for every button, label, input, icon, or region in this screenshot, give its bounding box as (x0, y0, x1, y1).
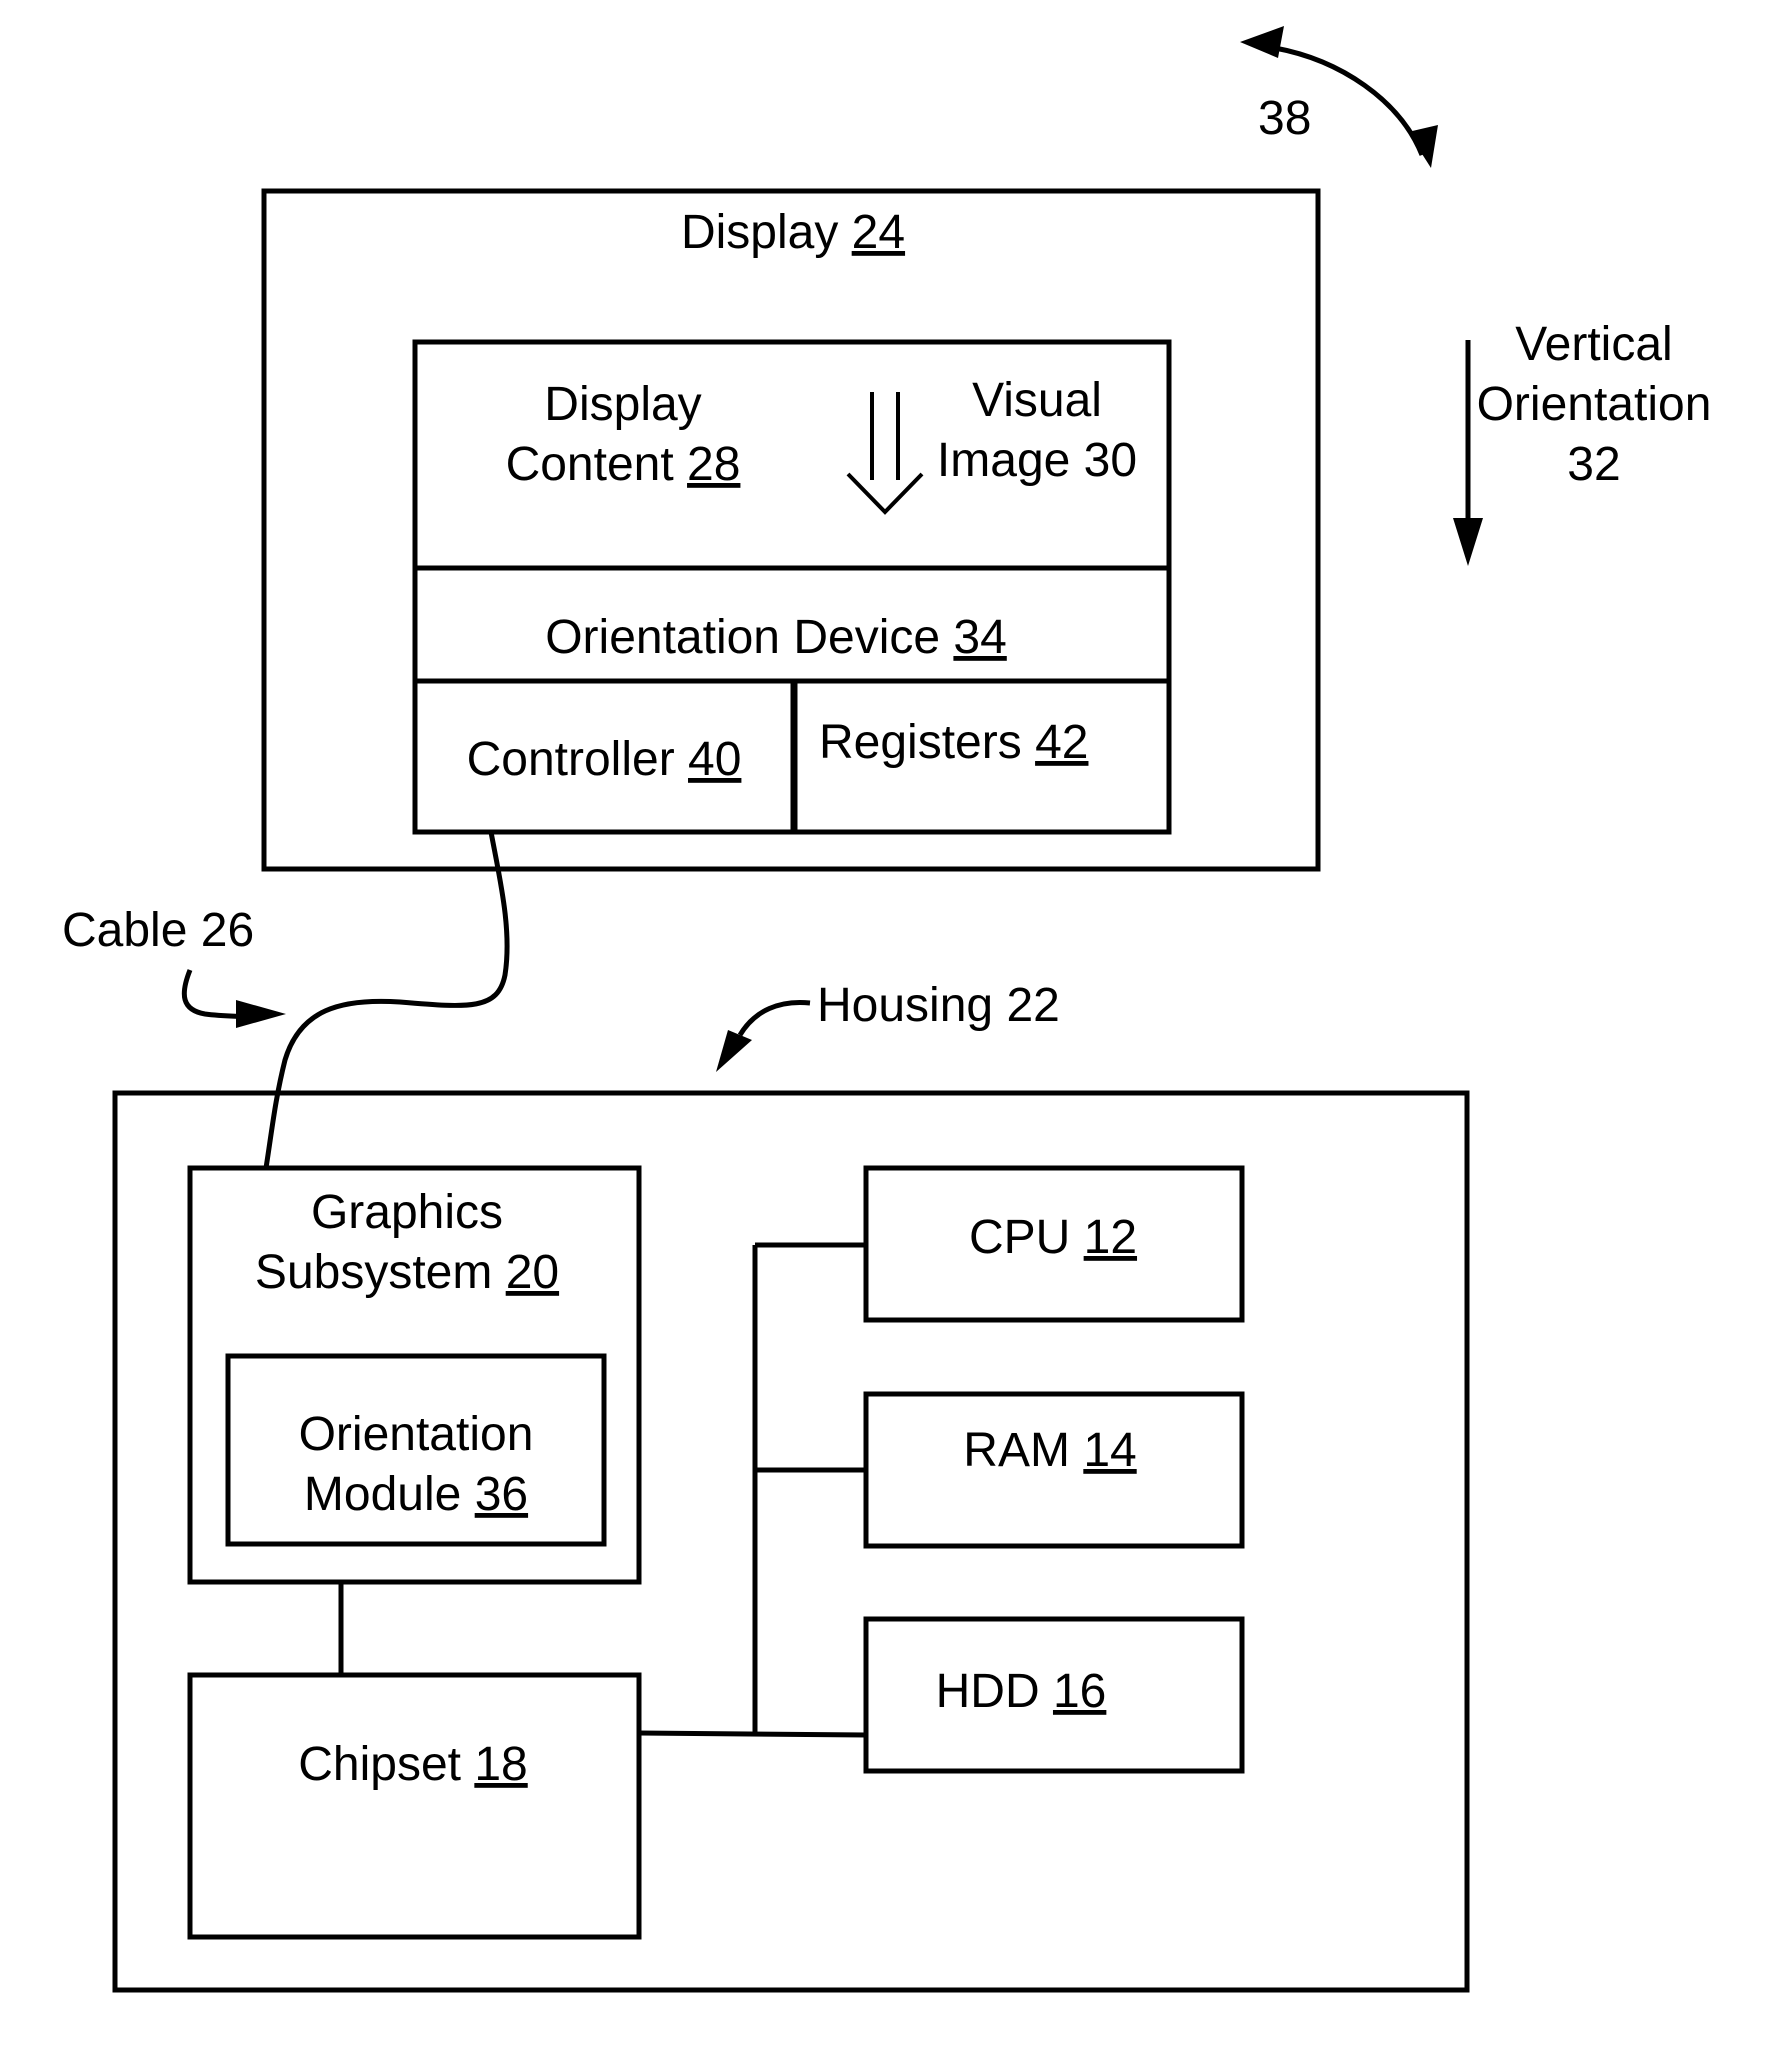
arrowhead-down-left-icon (716, 1030, 752, 1072)
display-title: Display 24 (681, 206, 905, 259)
rotation-label: 38 (1258, 92, 1311, 145)
hdd-label: HDD 16 (936, 1665, 1107, 1718)
ram-label: RAM 14 (963, 1424, 1136, 1477)
arrowhead-left-icon (1240, 26, 1284, 58)
vertical-orientation-line2: Orientation (1477, 378, 1712, 431)
orientation-module-line1: Orientation (299, 1408, 534, 1461)
chipset-box (187, 1672, 642, 1940)
housing-label: Housing 22 (817, 979, 1060, 1032)
chipset-label: Chipset 18 (298, 1738, 527, 1791)
arrowhead-right-icon (236, 1000, 286, 1028)
arrowhead-down-icon (1408, 125, 1438, 168)
cpu-label: CPU 12 (969, 1211, 1137, 1264)
visual-image-line2: Image 30 (937, 434, 1137, 487)
cable-line (263, 831, 510, 1169)
system-bus (638, 1242, 867, 1738)
display-content-line1: Display (544, 378, 701, 431)
system-block-diagram: 38 Vertical Orientation 32 Display 24 Di… (62, 26, 1712, 1993)
graphics-subsystem-line1: Graphics (311, 1186, 503, 1239)
cable-pointer-arrow (181, 969, 286, 1028)
arrow-down-icon (1453, 518, 1483, 566)
vertical-orientation-arrow (1453, 340, 1483, 566)
orientation-module-line2: Module 36 (304, 1468, 528, 1521)
graphics-subsystem-line2: Subsystem 20 (255, 1246, 559, 1299)
vertical-orientation-line1: Vertical (1515, 318, 1672, 371)
visual-image-line1: Visual (972, 374, 1102, 427)
cable-label: Cable 26 (62, 904, 254, 957)
registers-label: Registers 42 (819, 716, 1088, 769)
controller-label: Controller 40 (467, 733, 742, 786)
display-content-line2: Content 28 (506, 438, 741, 491)
vertical-orientation-ref: 32 (1567, 438, 1620, 491)
housing-pointer-arrow (716, 999, 811, 1072)
visual-image-down-arrow-icon (846, 392, 924, 515)
orientation-device-label: Orientation Device 34 (545, 611, 1007, 664)
